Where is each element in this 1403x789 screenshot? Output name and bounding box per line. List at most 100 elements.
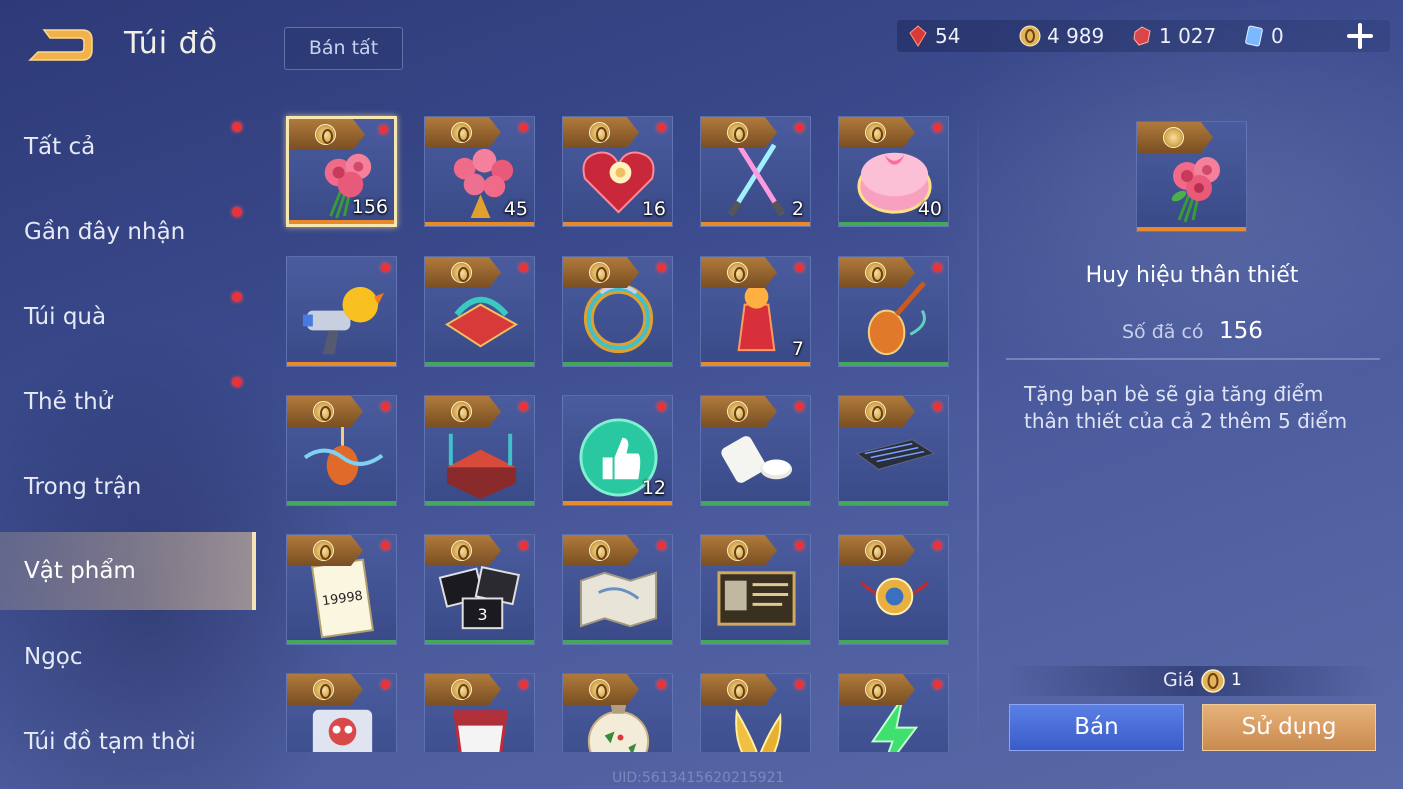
inventory-item[interactable]: 19998 [286, 534, 397, 645]
inventory-item[interactable] [424, 395, 535, 506]
coin-tag [425, 535, 501, 566]
sell-all-button[interactable]: Bán tất [284, 27, 403, 70]
inventory-item[interactable] [838, 534, 949, 645]
rarity-bar [425, 501, 534, 505]
gold-coin-icon [589, 122, 610, 143]
inventory-item[interactable] [424, 256, 535, 367]
coin-tag [563, 535, 639, 566]
sidebar-item-recent[interactable]: Gần đây nhận [0, 193, 256, 271]
sidebar-item-items[interactable]: Vật phẩm [0, 532, 256, 610]
new-item-dot [795, 123, 804, 132]
inventory-item[interactable] [286, 256, 397, 367]
new-item-dot [519, 402, 528, 411]
sidebar-item-label: Vật phẩm [24, 558, 136, 584]
keyboard-icon [855, 439, 936, 470]
currency-coins[interactable]: 4 989 [1019, 20, 1104, 52]
pipa-instrument-icon [867, 281, 927, 356]
rose-bouquet-icon [1171, 157, 1220, 223]
inventory-item[interactable]: 12 [562, 395, 673, 506]
golden-ring-icon [583, 283, 654, 354]
rarity-bar [563, 501, 672, 505]
inventory-item[interactable] [286, 395, 397, 506]
inventory-item[interactable] [838, 256, 949, 367]
new-item-dot [519, 123, 528, 132]
currency-rubies-value: 1 027 [1159, 24, 1217, 48]
gold-coin-icon [451, 540, 472, 561]
new-item-dot [657, 263, 666, 272]
selected-item-name: Huy hiệu thân thiết [1085, 263, 1299, 288]
inventory-item[interactable]: 16 [562, 116, 673, 227]
coin-tag [425, 257, 501, 288]
inventory-item[interactable] [700, 395, 811, 506]
gold-coin-icon [313, 540, 334, 561]
inventory-item[interactable] [700, 673, 811, 752]
inventory-item[interactable]: 2 [700, 116, 811, 227]
inventory-item[interactable]: 40 [838, 116, 949, 227]
sidebar-item-temp-bag[interactable]: Túi đồ tạm thời [0, 703, 256, 781]
user-id: UID:5613415620215921 [612, 770, 785, 786]
gold-coin-icon [865, 122, 886, 143]
inventory-item[interactable]: 45 [424, 116, 535, 227]
add-currency-button[interactable] [1346, 22, 1374, 50]
inventory-item[interactable] [562, 256, 673, 367]
sidebar-item-all[interactable]: Tất cả [0, 108, 256, 186]
gold-coin-icon [727, 679, 748, 700]
inventory-item[interactable]: 3 [424, 534, 535, 645]
ruby-icon [1133, 26, 1151, 46]
treasure-map-icon [579, 571, 658, 628]
back-button[interactable] [24, 24, 96, 66]
gold-coin-icon [313, 401, 334, 422]
currency-rubies[interactable]: 1 027 [1131, 20, 1216, 52]
new-item-dot [933, 402, 942, 411]
sidebar-item-label: Túi quà [24, 304, 107, 330]
new-item-dot [933, 263, 942, 272]
rarity-bar [425, 222, 534, 226]
gold-coin-icon [451, 122, 472, 143]
inventory-item[interactable] [838, 395, 949, 506]
gold-coin-icon [1019, 25, 1041, 47]
rarity-bar [839, 501, 948, 505]
sidebar-item-label: Tất cả [24, 134, 96, 160]
gold-coin-icon [727, 262, 748, 283]
notification-dot [232, 207, 242, 217]
inventory-item[interactable] [562, 673, 673, 752]
sidebar-item-gift-bag[interactable]: Túi quà [0, 278, 256, 356]
coin-tag [425, 117, 501, 148]
new-item-dot [795, 680, 804, 689]
new-item-dot [795, 263, 804, 272]
inventory-item[interactable] [286, 673, 397, 752]
gold-coin-icon [865, 679, 886, 700]
new-item-dot [657, 541, 666, 550]
currency-cards[interactable]: 0 [1243, 20, 1284, 52]
panel-divider [977, 106, 979, 756]
coin-tag [289, 119, 365, 150]
coin-tag [839, 117, 915, 148]
inventory-item[interactable]: 156 [286, 116, 397, 227]
sidebar-item-gems[interactable]: Ngọc [0, 618, 256, 696]
currency-gems[interactable]: 54 [907, 20, 960, 52]
sell-button[interactable]: Bán [1009, 704, 1184, 751]
plus-icon [1347, 23, 1373, 49]
ribbon-lantern-icon [303, 423, 384, 486]
coin-tag [839, 396, 915, 427]
inventory-item[interactable] [700, 534, 811, 645]
gold-coin-icon [865, 262, 886, 283]
coin-tag [701, 257, 777, 288]
inventory-item[interactable] [562, 534, 673, 645]
gold-coin-icon [1201, 669, 1225, 693]
inventory-item[interactable] [838, 673, 949, 752]
currency-bar: 54 4 989 1 027 0 [897, 20, 1390, 52]
new-item-dot [519, 680, 528, 689]
gold-coin-icon [451, 401, 472, 422]
detail-divider [1006, 358, 1380, 360]
inventory-item[interactable] [424, 673, 535, 752]
gift-wrap-icon [445, 296, 519, 348]
coin-tag [701, 535, 777, 566]
sidebar-item-trial-cards[interactable]: Thẻ thử [0, 363, 256, 441]
rarity-bar [563, 362, 672, 366]
sidebar-item-in-match[interactable]: Trong trận [0, 448, 256, 526]
coin-tag [701, 396, 777, 427]
currency-coins-value: 4 989 [1047, 24, 1105, 48]
inventory-item[interactable]: 7 [700, 256, 811, 367]
use-button[interactable]: Sử dụng [1202, 704, 1376, 751]
